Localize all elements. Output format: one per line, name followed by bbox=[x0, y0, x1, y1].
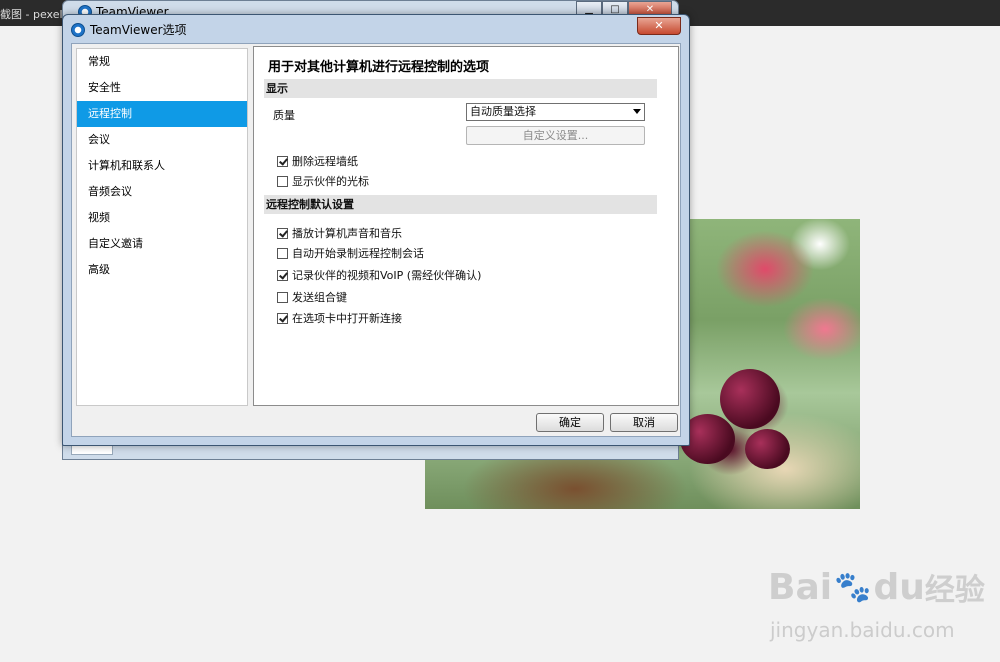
quality-select-value: 自动质量选择 bbox=[470, 105, 536, 118]
checkbox-auto-record[interactable]: 自动开始录制远程控制会话 bbox=[277, 245, 424, 261]
nav-item-custom-invitation[interactable]: 自定义邀请 bbox=[77, 231, 247, 257]
paw-icon: 🐾 bbox=[834, 569, 872, 605]
chevron-down-icon bbox=[633, 109, 641, 114]
checkbox-checked-icon[interactable] bbox=[277, 155, 288, 167]
dialog-client: 常规 安全性 远程控制 会议 计算机和联系人 音频会议 视频 自定义邀请 高级 … bbox=[71, 43, 681, 437]
checkbox-send-key-combinations[interactable]: 发送组合键 bbox=[277, 289, 347, 305]
dialog-title: TeamViewer选项 bbox=[71, 21, 187, 38]
checkbox-play-sounds[interactable]: 播放计算机声音和音乐 bbox=[277, 225, 402, 241]
teamviewer-icon bbox=[71, 22, 85, 37]
nav-item-advanced[interactable]: 高级 bbox=[77, 257, 247, 283]
section-display: 显示 bbox=[264, 79, 657, 98]
custom-settings-button[interactable]: 自定义设置... bbox=[466, 126, 645, 145]
checkbox-record-video-voip[interactable]: 记录伙伴的视频和VoIP (需经伙伴确认) bbox=[277, 267, 481, 283]
nav-item-audio-conference[interactable]: 音频会议 bbox=[77, 179, 247, 205]
checkbox-checked-icon[interactable] bbox=[277, 227, 288, 239]
quality-select[interactable]: 自动质量选择 bbox=[466, 103, 645, 121]
checkbox-unchecked-icon[interactable] bbox=[277, 247, 288, 259]
dialog-titlebar[interactable]: TeamViewer选项 ✕ bbox=[63, 15, 689, 41]
options-nav: 常规 安全性 远程控制 会议 计算机和联系人 音频会议 视频 自定义邀请 高级 bbox=[76, 48, 248, 406]
remote-control-panel: 用于对其他计算机进行远程控制的选项 显示 质量 自动质量选择 自定义设置... … bbox=[253, 46, 679, 406]
checkbox-unchecked-icon[interactable] bbox=[277, 291, 288, 303]
beet-shape bbox=[745, 429, 790, 469]
dialog-close-button[interactable]: ✕ bbox=[637, 17, 681, 35]
options-dialog: TeamViewer选项 ✕ 常规 安全性 远程控制 会议 计算机和联系人 音频… bbox=[62, 14, 690, 446]
quality-label: 质量 bbox=[273, 109, 295, 122]
ok-button[interactable]: 确定 bbox=[536, 413, 604, 432]
checkbox-unchecked-icon[interactable] bbox=[277, 175, 288, 187]
checkbox-checked-icon[interactable] bbox=[277, 269, 288, 281]
section-remote-defaults: 远程控制默认设置 bbox=[264, 195, 657, 214]
nav-item-computers-contacts[interactable]: 计算机和联系人 bbox=[77, 153, 247, 179]
checkbox-checked-icon[interactable] bbox=[277, 312, 288, 324]
beet-shape bbox=[720, 369, 780, 429]
checkbox-remove-wallpaper[interactable]: 删除远程墙纸 bbox=[277, 153, 358, 169]
nav-item-security[interactable]: 安全性 bbox=[77, 75, 247, 101]
checkbox-open-in-tabs[interactable]: 在选项卡中打开新连接 bbox=[277, 310, 402, 326]
cancel-button[interactable]: 取消 bbox=[610, 413, 678, 432]
checkbox-show-partner-cursor[interactable]: 显示伙伴的光标 bbox=[277, 173, 369, 189]
nav-item-meeting[interactable]: 会议 bbox=[77, 127, 247, 153]
nav-item-general[interactable]: 常规 bbox=[77, 49, 247, 75]
baidu-watermark: Bai 🐾 du 经验 bbox=[768, 566, 985, 609]
nav-item-video[interactable]: 视频 bbox=[77, 205, 247, 231]
panel-heading: 用于对其他计算机进行远程控制的选项 bbox=[268, 60, 490, 75]
watermark-url: jingyan.baidu.com bbox=[770, 618, 955, 642]
nav-item-remote-control[interactable]: 远程控制 bbox=[77, 101, 247, 127]
